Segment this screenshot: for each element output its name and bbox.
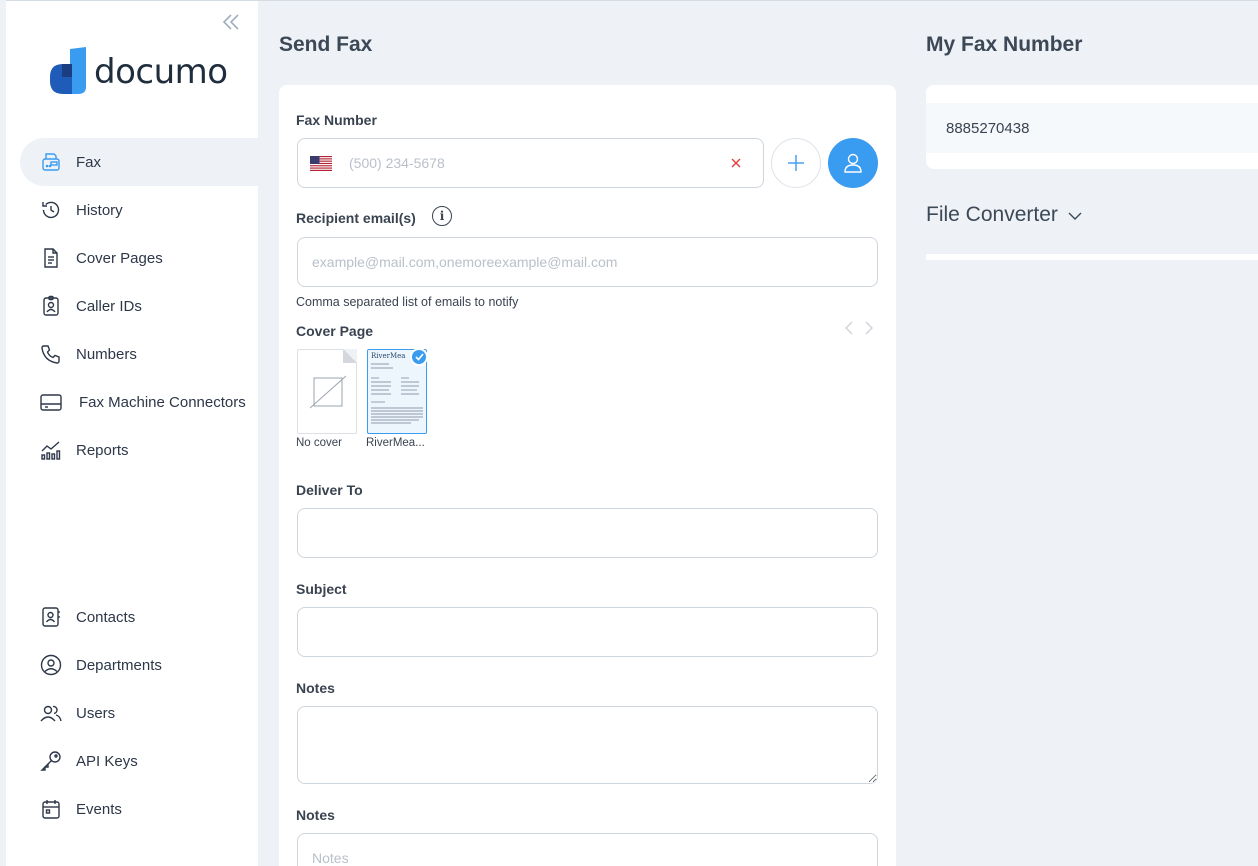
phone-icon (40, 343, 62, 365)
my-fax-number-title: My Fax Number (926, 33, 1083, 56)
file-converter-toggle[interactable]: File Converter (926, 203, 1082, 227)
page-title: Send Fax (279, 33, 373, 56)
cover-page-label: Cover Page (296, 323, 374, 339)
deliver-to-field[interactable] (297, 508, 878, 558)
sidebar-item-reports[interactable]: Reports (20, 426, 258, 474)
file-converter-panel (926, 254, 1258, 260)
sidebar-item-numbers[interactable]: Numbers (20, 330, 258, 378)
sidebar-item-label: Users (76, 704, 116, 722)
user-icon (844, 153, 862, 173)
fax-number-field[interactable]: (500) 234-5678 (297, 138, 764, 188)
sidebar-item-users[interactable]: Users (20, 689, 258, 737)
subject-label: Subject (296, 581, 347, 597)
sidebar-item-label: Numbers (76, 345, 137, 363)
send-fax-card: Fax Number (500) 234-5678 Recipient emai… (279, 85, 896, 866)
file-converter-title: File Converter (926, 203, 1058, 226)
selected-check-icon (410, 348, 428, 366)
contacts-icon (40, 606, 62, 628)
cover-carousel-nav (845, 321, 873, 340)
sidebar-item-api-keys[interactable]: API Keys (20, 737, 258, 785)
chevron-left-icon[interactable] (845, 321, 853, 340)
sidebar-item-contacts[interactable]: Contacts (20, 593, 258, 641)
key-icon (40, 750, 62, 772)
sidebar-item-cover-pages[interactable]: Cover Pages (20, 234, 258, 282)
sidebar-item-caller-ids[interactable]: Caller IDs (20, 282, 258, 330)
clear-icon[interactable] (729, 156, 743, 170)
sidebar-item-label: API Keys (76, 752, 138, 770)
sidebar-item-history[interactable]: History (20, 186, 258, 234)
select-contact-button[interactable] (828, 138, 878, 188)
notes-label: Notes (296, 680, 335, 696)
brand-name: documo (94, 52, 228, 92)
fax-number-placeholder: (500) 234-5678 (349, 155, 445, 171)
notes-field-2[interactable]: Notes (297, 833, 878, 866)
documo-logo[interactable]: documo (50, 45, 228, 97)
connector-icon (40, 391, 62, 413)
no-cover-icon (310, 375, 346, 409)
recipient-emails-field[interactable]: example@mail.com,onemoreexample@mail.com (297, 237, 878, 287)
sidebar-item-label: Fax (76, 153, 102, 171)
collapse-sidebar-icon[interactable] (221, 12, 241, 32)
document-icon (40, 247, 62, 269)
sidebar-item-events[interactable]: Events (20, 785, 258, 833)
subject-field[interactable] (297, 607, 878, 657)
sidebar-item-departments[interactable]: Departments (20, 641, 258, 689)
sidebar-item-label: Caller IDs (76, 297, 142, 315)
page-fold (343, 349, 357, 363)
us-flag-icon[interactable] (310, 155, 332, 171)
add-number-button[interactable] (771, 138, 821, 188)
sidebar-item-label: Contacts (76, 608, 136, 626)
sidebar-item-label: Reports (76, 441, 129, 459)
cover-thumb-lines (371, 363, 423, 424)
notes-placeholder-2: Notes (312, 850, 349, 866)
fax-icon (40, 151, 62, 173)
notes-textarea[interactable] (297, 706, 878, 784)
sidebar-item-fax[interactable]: Fax (20, 138, 258, 186)
calendar-icon (40, 798, 62, 820)
id-badge-icon (40, 295, 62, 317)
fax-number-label: Fax Number (296, 112, 377, 128)
notes-label-2: Notes (296, 807, 335, 823)
info-icon[interactable]: i (432, 206, 452, 226)
sidebar-item-label: Cover Pages (76, 249, 163, 267)
sidebar-item-label: Departments (76, 656, 162, 674)
sidebar-item-label: Fax Machine Connectors (79, 393, 246, 411)
cover-option-label: No cover (296, 437, 343, 449)
sidebar-item-fax-machine-connectors[interactable]: Fax Machine Connectors (20, 378, 258, 426)
users-icon (40, 702, 62, 724)
recipient-emails-label: Recipient email(s) (296, 210, 416, 226)
departments-icon (40, 654, 62, 676)
sidebar-item-label: Events (76, 800, 122, 818)
recipient-emails-helper: Comma separated list of emails to notify (296, 295, 519, 309)
history-icon (40, 199, 62, 221)
documo-logo-mark (50, 47, 86, 94)
chevron-down-icon (1068, 212, 1082, 220)
chevron-right-icon[interactable] (865, 321, 873, 340)
sidebar: documo Fax History Cover Pages Caller ID… (6, 1, 258, 866)
cover-option-label: RiverMea... (366, 437, 425, 449)
reports-icon (40, 439, 62, 461)
deliver-to-label: Deliver To (296, 482, 363, 498)
my-fax-number-value: 8885270438 (926, 103, 1258, 153)
cover-option-none[interactable] (297, 349, 357, 434)
sidebar-item-label: History (76, 201, 123, 219)
recipient-emails-placeholder: example@mail.com,onemoreexample@mail.com (312, 254, 618, 270)
cover-thumb-title: RiverMea (371, 352, 406, 360)
plus-icon (788, 155, 804, 171)
cover-option-rivermea[interactable]: RiverMea (367, 348, 428, 434)
my-fax-number-card: 8885270438 (926, 85, 1258, 169)
